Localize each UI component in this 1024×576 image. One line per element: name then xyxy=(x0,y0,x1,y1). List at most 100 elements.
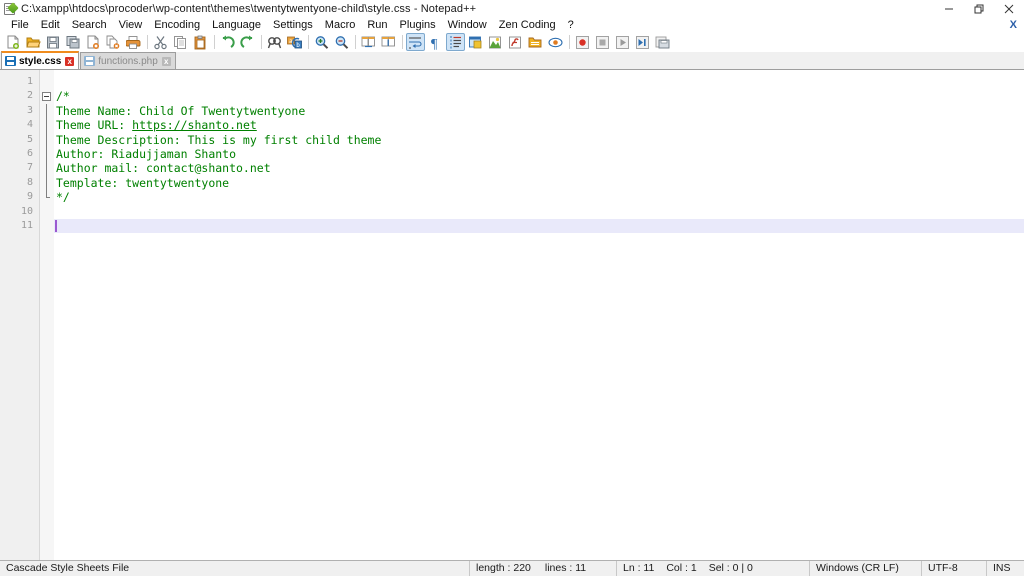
print-icon[interactable] xyxy=(124,33,143,51)
status-caret-position: Ln : 11 Col : 1 Sel : 0 | 0 xyxy=(617,561,810,576)
menu-file[interactable]: File xyxy=(5,18,35,33)
sync-horizontal-scroll-icon[interactable] xyxy=(379,33,398,51)
tab-close-icon[interactable]: x xyxy=(161,56,171,66)
line-number: 9 xyxy=(26,191,33,203)
menu-language[interactable]: Language xyxy=(206,18,267,33)
tab-close-icon[interactable]: x xyxy=(65,56,75,66)
stop-recording-icon[interactable] xyxy=(593,33,612,51)
fold-row xyxy=(40,146,54,162)
saved-file-icon xyxy=(84,56,96,66)
url-link[interactable]: https://shanto.net xyxy=(132,118,257,132)
sync-vertical-scroll-icon[interactable] xyxy=(359,33,378,51)
close-all-files-icon[interactable] xyxy=(104,33,123,51)
menu-plugins[interactable]: Plugins xyxy=(394,18,442,33)
fold-row xyxy=(40,205,54,219)
menu-encoding[interactable]: Encoding xyxy=(148,18,206,33)
menu-macro[interactable]: Macro xyxy=(319,18,362,33)
restore-icon[interactable] xyxy=(964,0,994,18)
tab-label: functions.php xyxy=(98,55,158,67)
fold-margin[interactable] xyxy=(40,70,54,560)
toolbar-separator xyxy=(569,35,570,49)
menu-search[interactable]: Search xyxy=(66,18,113,33)
tab-functions-php[interactable]: functions.php x xyxy=(80,52,176,69)
menu-settings[interactable]: Settings xyxy=(267,18,319,33)
record-macro-icon[interactable] xyxy=(573,33,592,51)
user-defined-dialog-icon[interactable] xyxy=(466,33,485,51)
status-eol-format[interactable]: Windows (CR LF) xyxy=(810,561,922,576)
fold-row xyxy=(40,132,54,147)
window-controls xyxy=(934,0,1024,18)
fold-row[interactable] xyxy=(40,89,54,103)
fold-row xyxy=(40,219,54,233)
toolbar-separator xyxy=(214,35,215,49)
line-number: 3 xyxy=(26,104,33,116)
menu-window[interactable]: Window xyxy=(442,18,493,33)
paste-icon[interactable] xyxy=(191,33,210,51)
toolbar-separator xyxy=(355,35,356,49)
notepad-plus-plus-icon xyxy=(3,1,19,16)
code-line: Author: Riadujjaman Shanto xyxy=(56,146,237,161)
svg-text:¶: ¶ xyxy=(431,37,438,50)
status-ln: Ln : 11 xyxy=(623,562,655,574)
menu-view[interactable]: View xyxy=(113,18,149,33)
undo-icon[interactable] xyxy=(218,33,237,51)
editor-area[interactable]: 1 2 3 4 5 6 7 8 9 10 11 /* Theme Name: C… xyxy=(0,70,1024,560)
menu-zen-coding[interactable]: Zen Coding xyxy=(493,18,562,33)
status-bar: Cascade Style Sheets File length : 220 l… xyxy=(0,560,1024,576)
cut-icon[interactable] xyxy=(151,33,170,51)
menu-help[interactable]: ? xyxy=(562,18,580,33)
open-file-icon[interactable] xyxy=(24,33,43,51)
word-wrap-icon[interactable] xyxy=(406,33,425,51)
saved-file-icon xyxy=(5,56,16,66)
status-col: Col : 1 xyxy=(666,562,697,574)
title-bar: C:\xampp\htdocs\procoder\wp-content\them… xyxy=(0,0,1024,18)
toolbar-separator xyxy=(261,35,262,49)
zoom-out-icon[interactable] xyxy=(332,33,351,51)
play-macro-icon[interactable] xyxy=(613,33,632,51)
close-file-icon[interactable] xyxy=(84,33,103,51)
find-icon[interactable] xyxy=(265,33,284,51)
code-content[interactable]: /* Theme Name: Child Of Twentytwentyone … xyxy=(54,70,1024,560)
fold-row xyxy=(40,103,54,119)
code-line-current xyxy=(54,218,1024,234)
fold-row xyxy=(40,161,54,176)
new-file-icon[interactable] xyxy=(4,33,23,51)
save-all-icon[interactable] xyxy=(64,33,83,51)
tab-style-css[interactable]: style.css x xyxy=(1,51,80,69)
menu-edit[interactable]: Edit xyxy=(35,18,66,33)
fold-collapse-icon[interactable] xyxy=(42,92,51,102)
save-macro-icon[interactable] xyxy=(653,33,672,51)
window-title: C:\xampp\htdocs\procoder\wp-content\them… xyxy=(21,3,477,15)
line-number-gutter: 1 2 3 4 5 6 7 8 9 10 11 xyxy=(0,70,40,560)
menu-run[interactable]: Run xyxy=(361,18,393,33)
code-line: */ xyxy=(56,190,70,205)
status-encoding[interactable]: UTF-8 xyxy=(922,561,987,576)
zoom-in-icon[interactable] xyxy=(312,33,331,51)
close-document-icon[interactable]: X xyxy=(1010,19,1017,31)
status-lines: lines : 11 xyxy=(544,562,587,574)
function-list-icon[interactable] xyxy=(506,33,525,51)
run-macro-multiple-icon[interactable] xyxy=(633,33,652,51)
status-insert-mode[interactable]: INS xyxy=(987,561,1024,576)
copy-icon[interactable] xyxy=(171,33,190,51)
toolbar-separator xyxy=(402,35,403,49)
status-document-type: Cascade Style Sheets File xyxy=(0,561,470,576)
close-icon[interactable] xyxy=(994,0,1024,18)
show-all-characters-icon[interactable]: ¶ xyxy=(426,33,445,51)
toolbar-separator xyxy=(308,35,309,49)
line-number: 6 xyxy=(26,147,33,159)
replace-icon[interactable]: a b xyxy=(285,33,304,51)
menu-bar: File Edit Search View Encoding Language … xyxy=(0,18,1024,33)
monitoring-icon[interactable] xyxy=(546,33,565,51)
document-map-icon[interactable] xyxy=(486,33,505,51)
svg-text:b: b xyxy=(296,42,300,49)
fold-row xyxy=(40,75,54,89)
indent-guide-icon[interactable] xyxy=(446,33,465,51)
folder-as-workspace-icon[interactable] xyxy=(526,33,545,51)
redo-icon[interactable] xyxy=(238,33,257,51)
fold-row xyxy=(40,190,54,204)
minimize-icon[interactable] xyxy=(934,0,964,18)
save-icon[interactable] xyxy=(44,33,63,51)
